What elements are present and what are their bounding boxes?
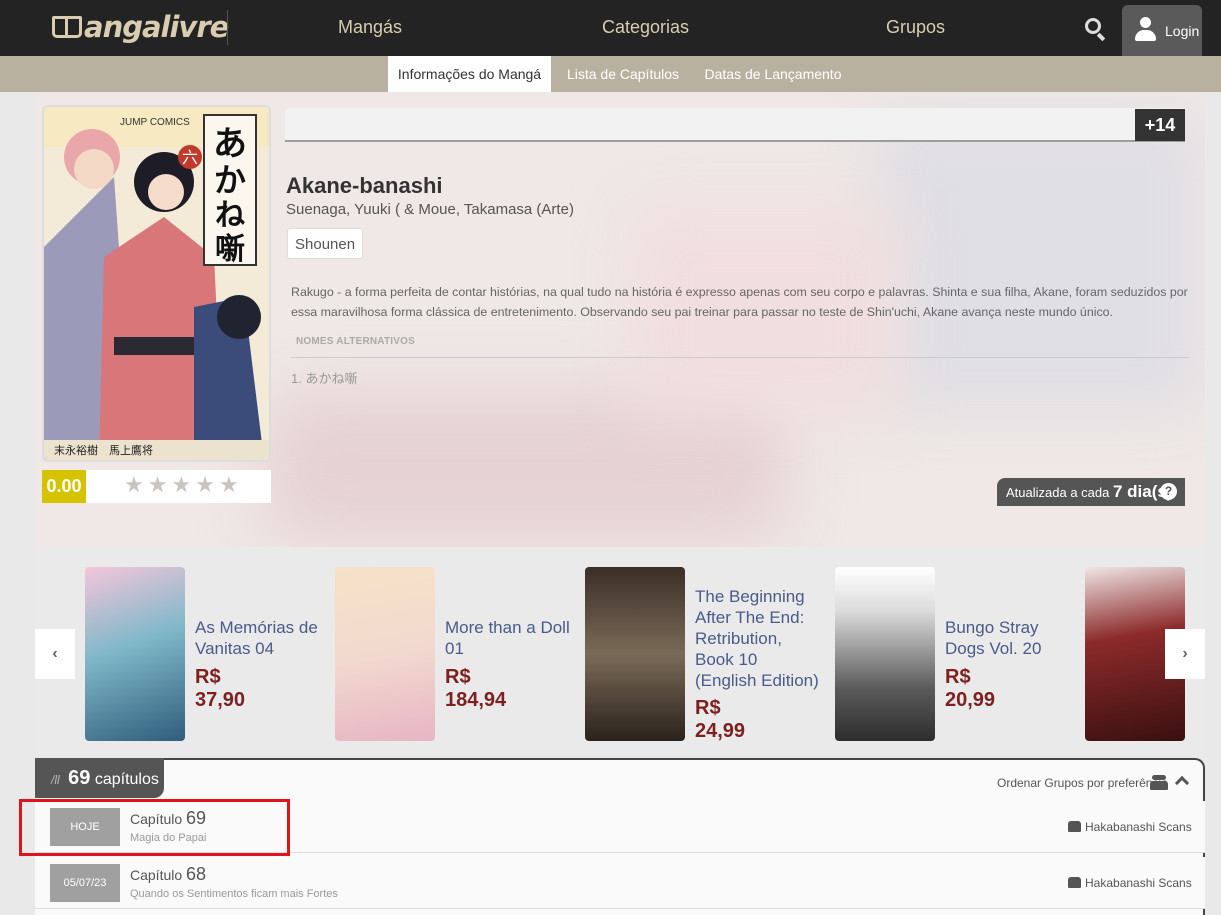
cover-publisher-text: JUMP COMICS	[120, 117, 190, 128]
product-thumbnail[interactable]	[585, 567, 685, 741]
star-icon[interactable]: ★	[148, 474, 168, 496]
order-groups-link[interactable]: Ordenar Grupos por preferência	[997, 776, 1168, 790]
group-icon[interactable]	[1150, 775, 1168, 790]
chapter-count-label: capítulos	[94, 771, 159, 788]
genre-tag[interactable]: Shounen	[287, 228, 364, 259]
product-name[interactable]: As Memórias de Vanitas 04	[195, 617, 320, 659]
tab-informacoes[interactable]: Informações do Mangá	[388, 56, 551, 92]
tab-lista-capitulos[interactable]: Lista de Capítulos	[563, 56, 683, 92]
chapter-subtitle: Quando os Sentimentos ficam mais Fortes	[130, 888, 338, 900]
product-price: R$ 184,94	[445, 666, 507, 711]
star-icon[interactable]: ★	[195, 474, 215, 496]
manga-authors: Suenaga, Yuuki ( & Moue, Takamasa (Arte)	[286, 201, 574, 218]
group-name: Hakabanashi Scans	[1085, 876, 1192, 890]
product-price: R$ 37,90	[195, 666, 246, 711]
list-icon: /ll	[51, 773, 60, 787]
product-price: R$ 24,99	[695, 697, 746, 742]
nav-mangas[interactable]: Mangás	[338, 17, 402, 38]
help-icon[interactable]: ?	[1160, 483, 1177, 500]
background-blur	[875, 112, 1205, 412]
book-logo-icon	[52, 16, 82, 38]
manga-cover: あ か ね 噺 六 JUMP COMICS 末永裕樹 馬上鷹将	[42, 105, 271, 462]
product-name[interactable]: More than a Doll 01	[445, 617, 570, 659]
product-name[interactable]: The Beginning After The End: Retribution…	[695, 586, 820, 691]
star-icon[interactable]: ★	[124, 474, 144, 496]
carousel-prev-button[interactable]: ‹	[35, 629, 75, 679]
login-label: Login	[1165, 23, 1200, 39]
svg-text:か: か	[214, 161, 246, 199]
product-thumbnail[interactable]	[835, 567, 935, 741]
age-rating-badge: +14	[1135, 109, 1185, 141]
login-button[interactable]: Login	[1122, 5, 1202, 56]
update-prefix: Atualizada a cada	[1006, 485, 1110, 500]
star-icon[interactable]: ★	[171, 474, 191, 496]
tab-datas-lancamento[interactable]: Datas de Lançamento	[702, 56, 844, 92]
rating-score: 0.00	[42, 470, 86, 503]
product-carousel: As Memórias de Vanitas 04 R$ 37,90 More …	[35, 547, 1205, 755]
chapter-count: 69	[68, 767, 91, 789]
manga-title: Akane-banashi	[286, 173, 443, 198]
alt-names-heading: NOMES ALTERNATIVOS	[296, 336, 415, 347]
cover-volume-text: 六	[182, 148, 198, 167]
group-icon	[1068, 821, 1081, 832]
star-rating[interactable]: ★ ★ ★ ★ ★	[124, 474, 239, 496]
title-bar	[285, 108, 1185, 142]
scanlation-group[interactable]: Hakabanashi Scans	[1068, 876, 1192, 890]
chapter-title[interactable]: Capítulo 68	[130, 864, 206, 885]
product-thumbnail[interactable]	[85, 567, 185, 741]
carousel-next-button[interactable]: ›	[1165, 629, 1205, 679]
logo-text: angalivre	[84, 10, 229, 44]
cover-credits-text: 末永裕樹 馬上鷹将	[54, 443, 153, 457]
chapter-count-tab: /ll 69 capítulos	[35, 758, 164, 798]
chapter-row[interactable]: 05/07/23 Capítulo 68 Quando os Sentiment…	[35, 857, 1205, 909]
star-icon[interactable]: ★	[219, 474, 239, 496]
manga-tab-bar: Informações do Mangá Lista de Capítulos …	[0, 56, 1221, 92]
site-logo[interactable]: angalivre	[52, 8, 229, 46]
rating-widget: 0.00 ★ ★ ★ ★ ★	[42, 470, 271, 503]
chapter-date: 05/07/23	[50, 864, 120, 902]
divider	[291, 357, 1189, 358]
product-thumbnail[interactable]	[335, 567, 435, 741]
group-name: Hakabanashi Scans	[1085, 820, 1192, 834]
svg-text:ね: ね	[215, 198, 245, 233]
chapter-number: 68	[186, 864, 207, 884]
cover-title-text: あ	[213, 124, 247, 164]
top-navigation: angalivre Mangás Categorias Grupos Login	[0, 0, 1221, 56]
update-frequency-badge: Atualizada a cada 7 dia(s) ?	[997, 478, 1185, 506]
highlight-box	[19, 799, 290, 856]
logo-divider	[227, 10, 228, 45]
alt-name-item: 1. あかね噺	[291, 371, 358, 386]
nav-categorias[interactable]: Categorias	[602, 17, 689, 38]
scanlation-group[interactable]: Hakabanashi Scans	[1068, 820, 1192, 834]
chapter-label: Capítulo	[130, 867, 183, 883]
product-price: R$ 20,99	[945, 666, 996, 711]
user-icon	[1135, 17, 1156, 41]
manga-synopsis: Rakugo - a forma perfeita de contar hist…	[291, 285, 1188, 319]
background-blur	[265, 392, 785, 542]
search-icon[interactable]	[1085, 18, 1101, 34]
group-icon	[1068, 877, 1081, 888]
nav-grupos[interactable]: Grupos	[886, 17, 945, 38]
svg-text:噺: 噺	[215, 232, 245, 267]
product-name[interactable]: Bungo Stray Dogs Vol. 20	[945, 617, 1070, 659]
